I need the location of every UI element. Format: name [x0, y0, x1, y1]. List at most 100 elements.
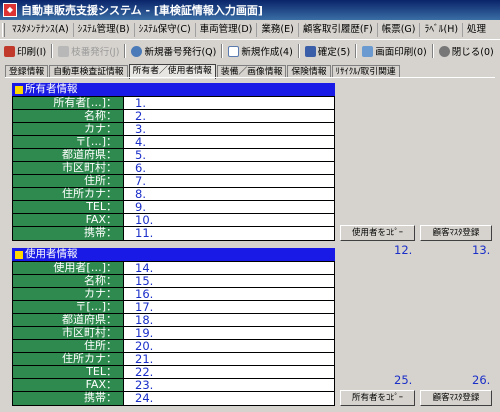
- user-form: 使用者[…]： 14. 名称： 15. カナ： 16. 〒[…]： 17. 都道…: [12, 261, 335, 406]
- number-icon: [131, 45, 143, 57]
- title-bar: ◆ 自動車販売支援システム - [車検証情報入力画面]: [0, 0, 500, 20]
- owner-field-address-kana[interactable]: 8.: [124, 188, 334, 200]
- owner-row-owner: 所有者[…]： 1.: [13, 97, 334, 110]
- user-field-prefecture[interactable]: 18.: [124, 314, 334, 326]
- toolbar-separator: [355, 44, 358, 58]
- menu-forms[interactable]: 帳票(G): [378, 22, 421, 37]
- owner-register-customer-button[interactable]: 顧客ﾏｽﾀ登録: [420, 225, 492, 241]
- owner-label-city: 市区町村：: [13, 162, 124, 174]
- screen-print-icon: [362, 45, 374, 57]
- close-icon: [438, 45, 450, 57]
- menu-customer-history[interactable]: 顧客取引履歴(F): [299, 22, 378, 37]
- menu-business[interactable]: 業務(E): [257, 22, 299, 37]
- user-row-kana: カナ： 16.: [13, 288, 334, 301]
- user-label-address: 住所：: [13, 340, 124, 352]
- new-number-button[interactable]: 新規番号発行(Q): [127, 42, 220, 60]
- menu-system-maintenance[interactable]: ｼｽﾃﾑ保守(C): [135, 22, 196, 37]
- user-register-annotation: 26.: [472, 373, 491, 387]
- section-marker-icon: [15, 85, 23, 94]
- menu-process[interactable]: 処理: [463, 23, 490, 37]
- user-row-tel: TEL： 22.: [13, 366, 334, 379]
- user-field-address-kana[interactable]: 21.: [124, 353, 334, 365]
- user-field-mobile[interactable]: 24.: [124, 392, 334, 405]
- user-label-mobile: 携帯：: [13, 392, 124, 405]
- owner-field-fax[interactable]: 10.: [124, 214, 334, 226]
- owner-label-owner[interactable]: 所有者[…]：: [13, 97, 124, 109]
- user-row-user: 使用者[…]： 14.: [13, 262, 334, 275]
- user-label-fax: FAX：: [13, 379, 124, 391]
- user-register-customer-button[interactable]: 顧客ﾏｽﾀ登録: [420, 390, 492, 406]
- user-field-tel[interactable]: 22.: [124, 366, 334, 378]
- owner-register-annotation: 13.: [472, 243, 491, 257]
- user-label-kana: カナ：: [13, 288, 124, 300]
- owner-form: 所有者[…]： 1. 名称： 2. カナ： 3. 〒[…]： 4. 都道府県： …: [12, 96, 335, 241]
- owner-label-kana: カナ：: [13, 123, 124, 135]
- new-document-icon: [228, 45, 240, 57]
- owner-field-address[interactable]: 7.: [124, 175, 334, 187]
- owner-label-name: 名称：: [13, 110, 124, 122]
- user-label-tel: TEL：: [13, 366, 124, 378]
- user-label-name: 名称：: [13, 275, 124, 287]
- user-copy-annotation: 25.: [394, 373, 413, 387]
- owner-label-fax: FAX：: [13, 214, 124, 226]
- copy-owner-button[interactable]: 所有者をｺﾋﾟｰ: [340, 390, 415, 406]
- user-row-city: 市区町村： 19.: [13, 327, 334, 340]
- issue-branch-button[interactable]: 枝番発行(J): [54, 42, 123, 60]
- print-button[interactable]: 印刷(I): [0, 42, 50, 60]
- user-field-name[interactable]: 15.: [124, 275, 334, 287]
- user-row-address-kana: 住所カナ： 21.: [13, 353, 334, 366]
- user-section-header: 使用者情報: [12, 248, 335, 261]
- owner-field-tel[interactable]: 9.: [124, 201, 334, 213]
- menu-grip: [2, 22, 5, 37]
- toolbar-separator: [51, 44, 54, 58]
- user-row-name: 名称： 15.: [13, 275, 334, 288]
- user-label-city: 市区町村：: [13, 327, 124, 339]
- user-field-user[interactable]: 14.: [124, 262, 334, 274]
- owner-row-mobile: 携帯： 11.: [13, 227, 334, 240]
- owner-copy-annotation: 12.: [394, 243, 413, 257]
- owner-label-tel: TEL：: [13, 201, 124, 213]
- owner-row-name: 名称： 2.: [13, 110, 334, 123]
- user-field-fax[interactable]: 23.: [124, 379, 334, 391]
- user-label-address-kana: 住所カナ：: [13, 353, 124, 365]
- owner-label-prefecture: 都道府県：: [13, 149, 124, 161]
- close-button[interactable]: 閉じる(0): [435, 42, 498, 60]
- menu-labels[interactable]: ﾗﾍﾞﾙ(H): [420, 22, 464, 37]
- user-field-postal[interactable]: 17.: [124, 301, 334, 313]
- owner-field-prefecture[interactable]: 5.: [124, 149, 334, 161]
- owner-field-postal[interactable]: 4.: [124, 136, 334, 148]
- owner-label-postal[interactable]: 〒[…]：: [13, 136, 124, 148]
- app-icon: ◆: [3, 3, 17, 17]
- owner-field-kana[interactable]: 3.: [124, 123, 334, 135]
- owner-row-tel: TEL： 9.: [13, 201, 334, 214]
- owner-label-address: 住所：: [13, 175, 124, 187]
- owner-row-city: 市区町村： 6.: [13, 162, 334, 175]
- confirm-button[interactable]: 確定(5): [301, 42, 354, 60]
- new-create-button[interactable]: 新規作成(4): [224, 42, 296, 60]
- menu-system-management[interactable]: ｼｽﾃﾑ管理(B): [74, 22, 135, 37]
- user-label-user[interactable]: 使用者[…]：: [13, 262, 124, 274]
- owner-field-name[interactable]: 2.: [124, 110, 334, 122]
- user-field-city[interactable]: 19.: [124, 327, 334, 339]
- user-label-postal[interactable]: 〒[…]：: [13, 301, 124, 313]
- window-title: 自動車販売支援システム - [車検証情報入力画面]: [21, 4, 263, 17]
- toolbar-separator: [431, 44, 434, 58]
- menu-bar: ﾏｽﾀﾒﾝﾃﾅﾝｽ(A) ｼｽﾃﾑ管理(B) ｼｽﾃﾑ保守(C) 車両管理(D)…: [0, 20, 500, 40]
- owner-field-city[interactable]: 6.: [124, 162, 334, 174]
- copy-user-button[interactable]: 使用者をｺﾋﾟｰ: [340, 225, 415, 241]
- owner-row-kana: カナ： 3.: [13, 123, 334, 136]
- issue-icon: [58, 45, 70, 57]
- toolbar: 印刷(I) 枝番発行(J) 新規番号発行(Q) 新規作成(4) 確定(5) 画面…: [0, 41, 500, 61]
- user-label-prefecture: 都道府県：: [13, 314, 124, 326]
- screen-print-button[interactable]: 画面印刷(0): [358, 42, 430, 60]
- owner-row-address-kana: 住所カナ： 8.: [13, 188, 334, 201]
- owner-label-mobile: 携帯：: [13, 227, 124, 240]
- menu-vehicle-management[interactable]: 車両管理(D): [196, 22, 258, 37]
- user-field-kana[interactable]: 16.: [124, 288, 334, 300]
- user-field-address[interactable]: 20.: [124, 340, 334, 352]
- owner-field-owner[interactable]: 1.: [124, 97, 334, 109]
- toolbar-separator: [221, 44, 224, 58]
- owner-field-mobile[interactable]: 11.: [124, 227, 334, 240]
- printer-icon: [4, 45, 15, 57]
- menu-master-maintenance[interactable]: ﾏｽﾀﾒﾝﾃﾅﾝｽ(A): [8, 22, 74, 37]
